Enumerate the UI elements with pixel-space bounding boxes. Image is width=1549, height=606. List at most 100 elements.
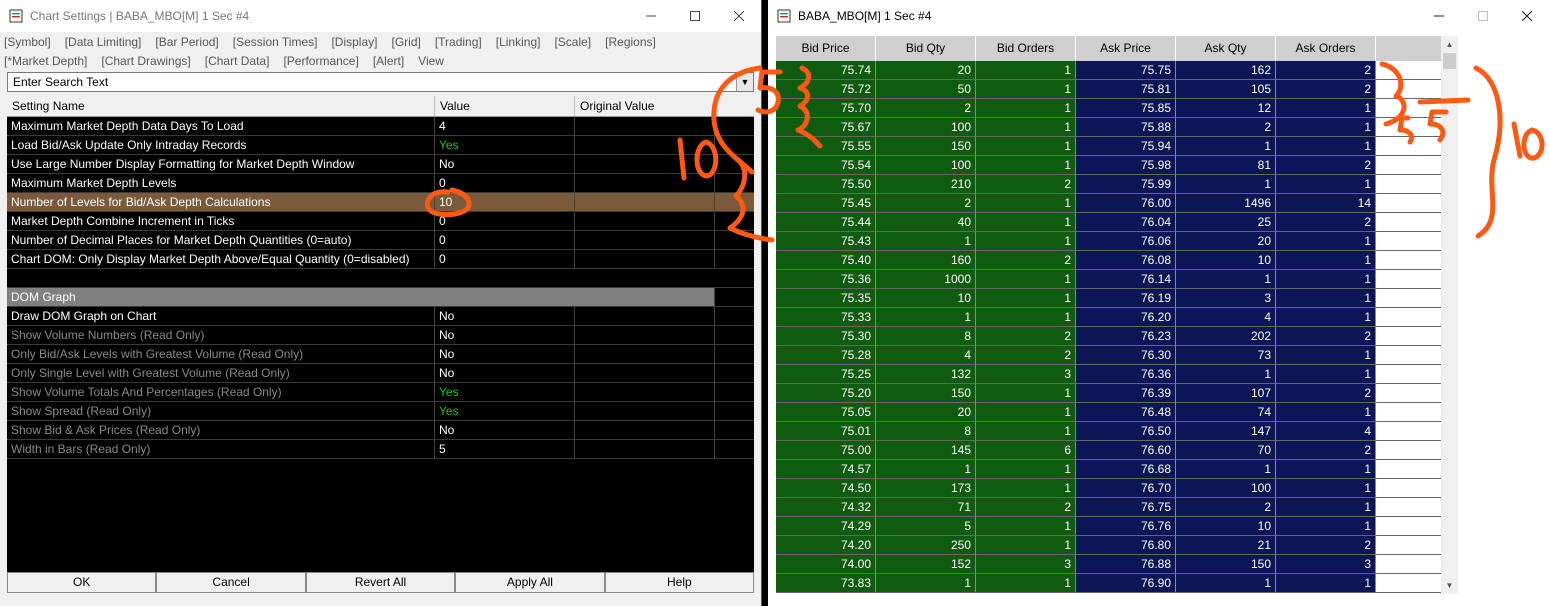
setting-value[interactable]: No — [435, 421, 575, 439]
setting-row[interactable]: Only Bid/Ask Levels with Greatest Volume… — [7, 345, 754, 364]
minimize-icon[interactable] — [1417, 0, 1461, 32]
setting-row[interactable]: Width in Bars (Read Only) 5 — [7, 440, 754, 459]
tab-display[interactable]: [Display] — [331, 35, 377, 49]
tab-regions[interactable]: [Regions] — [605, 35, 656, 49]
setting-row[interactable]: Show Volume Numbers (Read Only) No — [7, 326, 754, 345]
tab-bar-period[interactable]: [Bar Period] — [155, 35, 218, 49]
depth-row[interactable]: 74.00 152 3 76.88 150 3 — [776, 555, 1444, 574]
depth-row[interactable]: 74.50 173 1 76.70 100 1 — [776, 479, 1444, 498]
setting-value[interactable]: Yes — [435, 136, 575, 154]
column-header-bid-qty[interactable]: Bid Qty — [876, 36, 976, 61]
setting-row[interactable]: Only Single Level with Greatest Volume (… — [7, 364, 754, 383]
search-input[interactable] — [8, 73, 736, 91]
depth-row[interactable]: 75.00 145 6 76.60 70 2 — [776, 441, 1444, 460]
depth-row[interactable]: 75.35 10 1 76.19 3 1 — [776, 289, 1444, 308]
ok-button[interactable]: OK — [7, 572, 157, 593]
setting-row[interactable]: Use Large Number Display Formatting for … — [7, 155, 754, 174]
depth-row[interactable]: 75.44 40 1 76.04 25 2 — [776, 213, 1444, 232]
depth-row[interactable]: 74.20 250 1 76.80 21 2 — [776, 536, 1444, 555]
column-header-ask-qty[interactable]: Ask Qty — [1176, 36, 1276, 61]
setting-row[interactable]: Chart DOM: Only Display Market Depth Abo… — [7, 250, 754, 269]
depth-row[interactable]: 75.33 1 1 76.20 4 1 — [776, 308, 1444, 327]
setting-value[interactable]: No — [435, 345, 575, 363]
setting-value[interactable]: 0 — [435, 212, 575, 230]
depth-row[interactable]: 75.05 20 1 76.48 74 1 — [776, 403, 1444, 422]
tab-trading[interactable]: [Trading] — [435, 35, 482, 49]
revert-all-button[interactable]: Revert All — [305, 572, 456, 593]
tab-grid[interactable]: [Grid] — [391, 35, 420, 49]
depth-row[interactable]: 74.29 5 1 76.76 10 1 — [776, 517, 1444, 536]
scroll-thumb[interactable] — [1443, 53, 1456, 69]
close-icon[interactable] — [717, 0, 761, 32]
chart-settings-titlebar[interactable]: Chart Settings | BABA_MBO[M] 1 Sec #4 — [0, 0, 761, 32]
maximize-icon[interactable] — [673, 0, 717, 32]
apply-all-button[interactable]: Apply All — [455, 572, 605, 593]
dropdown-icon[interactable]: ▼ — [736, 73, 753, 91]
depth-row[interactable]: 73.83 1 1 76.90 1 1 — [776, 574, 1444, 593]
depth-row[interactable]: 75.50 210 2 75.99 1 1 — [776, 175, 1444, 194]
column-header-setting-name[interactable]: Setting Name — [7, 96, 435, 116]
column-header-value[interactable]: Value — [435, 96, 575, 116]
tab-performance[interactable]: [Performance] — [283, 54, 358, 68]
tab-view[interactable]: View — [418, 54, 444, 68]
tab-scale[interactable]: [Scale] — [554, 35, 591, 49]
setting-value[interactable]: No — [435, 155, 575, 173]
column-header-bid-price[interactable]: Bid Price — [776, 36, 876, 61]
scroll-up-icon[interactable]: ▲ — [1441, 36, 1458, 53]
tab-data-limiting[interactable]: [Data Limiting] — [65, 35, 142, 49]
setting-value[interactable]: 0 — [435, 250, 575, 268]
depth-row[interactable]: 75.55 150 1 75.94 1 1 — [776, 137, 1444, 156]
setting-value[interactable]: No — [435, 307, 575, 325]
help-button[interactable]: Help — [604, 572, 755, 593]
tab-linking[interactable]: [Linking] — [496, 35, 541, 49]
depth-row[interactable]: 75.43 1 1 76.06 20 1 — [776, 232, 1444, 251]
depth-row[interactable]: 75.25 132 3 76.36 1 1 — [776, 365, 1444, 384]
column-header-bid-orders[interactable]: Bid Orders — [976, 36, 1076, 61]
setting-row[interactable]: Number of Decimal Places for Market Dept… — [7, 231, 754, 250]
tab-chart-drawings[interactable]: [Chart Drawings] — [101, 54, 190, 68]
column-header-ask-price[interactable]: Ask Price — [1076, 36, 1176, 61]
depth-row[interactable]: 75.01 8 1 76.50 147 4 — [776, 422, 1444, 441]
setting-value[interactable]: 0 — [435, 231, 575, 249]
tab-market-depth[interactable]: [*Market Depth] — [4, 54, 87, 68]
tab-symbol[interactable]: [Symbol] — [4, 35, 51, 49]
setting-row[interactable]: Market Depth Combine Increment in Ticks 0 — [7, 212, 754, 231]
setting-row[interactable]: Maximum Market Depth Data Days To Load 4 — [7, 117, 754, 136]
minimize-icon[interactable] — [629, 0, 673, 32]
column-header-ask-orders[interactable]: Ask Orders — [1276, 36, 1376, 61]
setting-row[interactable]: Maximum Market Depth Levels 0 — [7, 174, 754, 193]
maximize-icon[interactable] — [1461, 0, 1505, 32]
depth-row[interactable]: 75.45 2 1 76.00 1496 14 — [776, 194, 1444, 213]
depth-row[interactable]: 75.30 8 2 76.23 202 2 — [776, 327, 1444, 346]
setting-row[interactable]: Show Spread (Read Only) Yes — [7, 402, 754, 421]
setting-value[interactable]: 4 — [435, 117, 575, 135]
depth-row[interactable]: 75.54 100 1 75.98 81 2 — [776, 156, 1444, 175]
depth-row[interactable]: 75.74 20 1 75.75 162 2 — [776, 61, 1444, 80]
depth-row[interactable]: 74.32 71 2 76.75 2 1 — [776, 498, 1444, 517]
section-row[interactable]: DOM Graph — [7, 288, 754, 307]
setting-row[interactable]: Load Bid/Ask Update Only Intraday Record… — [7, 136, 754, 155]
tab-alert[interactable]: [Alert] — [373, 54, 404, 68]
setting-value[interactable]: 5 — [435, 440, 575, 458]
setting-value[interactable]: Yes — [435, 383, 575, 401]
setting-value[interactable]: 10 — [435, 193, 575, 211]
setting-row[interactable]: Draw DOM Graph on Chart No — [7, 307, 754, 326]
setting-value[interactable]: No — [435, 326, 575, 344]
close-icon[interactable] — [1505, 0, 1549, 32]
tab-session-times[interactable]: [Session Times] — [233, 35, 318, 49]
setting-value[interactable]: No — [435, 364, 575, 382]
depth-row[interactable]: 75.40 160 2 76.08 10 1 — [776, 251, 1444, 270]
setting-value[interactable]: 0 — [435, 174, 575, 192]
depth-row[interactable]: 75.67 100 1 75.88 2 1 — [776, 118, 1444, 137]
depth-row[interactable]: 75.36 1000 1 76.14 1 1 — [776, 270, 1444, 289]
scroll-down-icon[interactable]: ▼ — [1441, 577, 1458, 594]
depth-row[interactable]: 75.28 4 2 76.30 73 1 — [776, 346, 1444, 365]
depth-row[interactable]: 74.57 1 1 76.68 1 1 — [776, 460, 1444, 479]
tab-chart-data[interactable]: [Chart Data] — [205, 54, 270, 68]
vertical-scrollbar[interactable]: ▲ ▼ — [1441, 36, 1458, 594]
market-depth-titlebar[interactable]: BABA_MBO[M] 1 Sec #4 — [768, 0, 1549, 32]
cancel-button[interactable]: Cancel — [156, 572, 306, 593]
setting-value[interactable]: Yes — [435, 402, 575, 420]
column-header-original-value[interactable]: Original Value — [575, 96, 715, 116]
depth-row[interactable]: 75.72 50 1 75.81 105 2 — [776, 80, 1444, 99]
